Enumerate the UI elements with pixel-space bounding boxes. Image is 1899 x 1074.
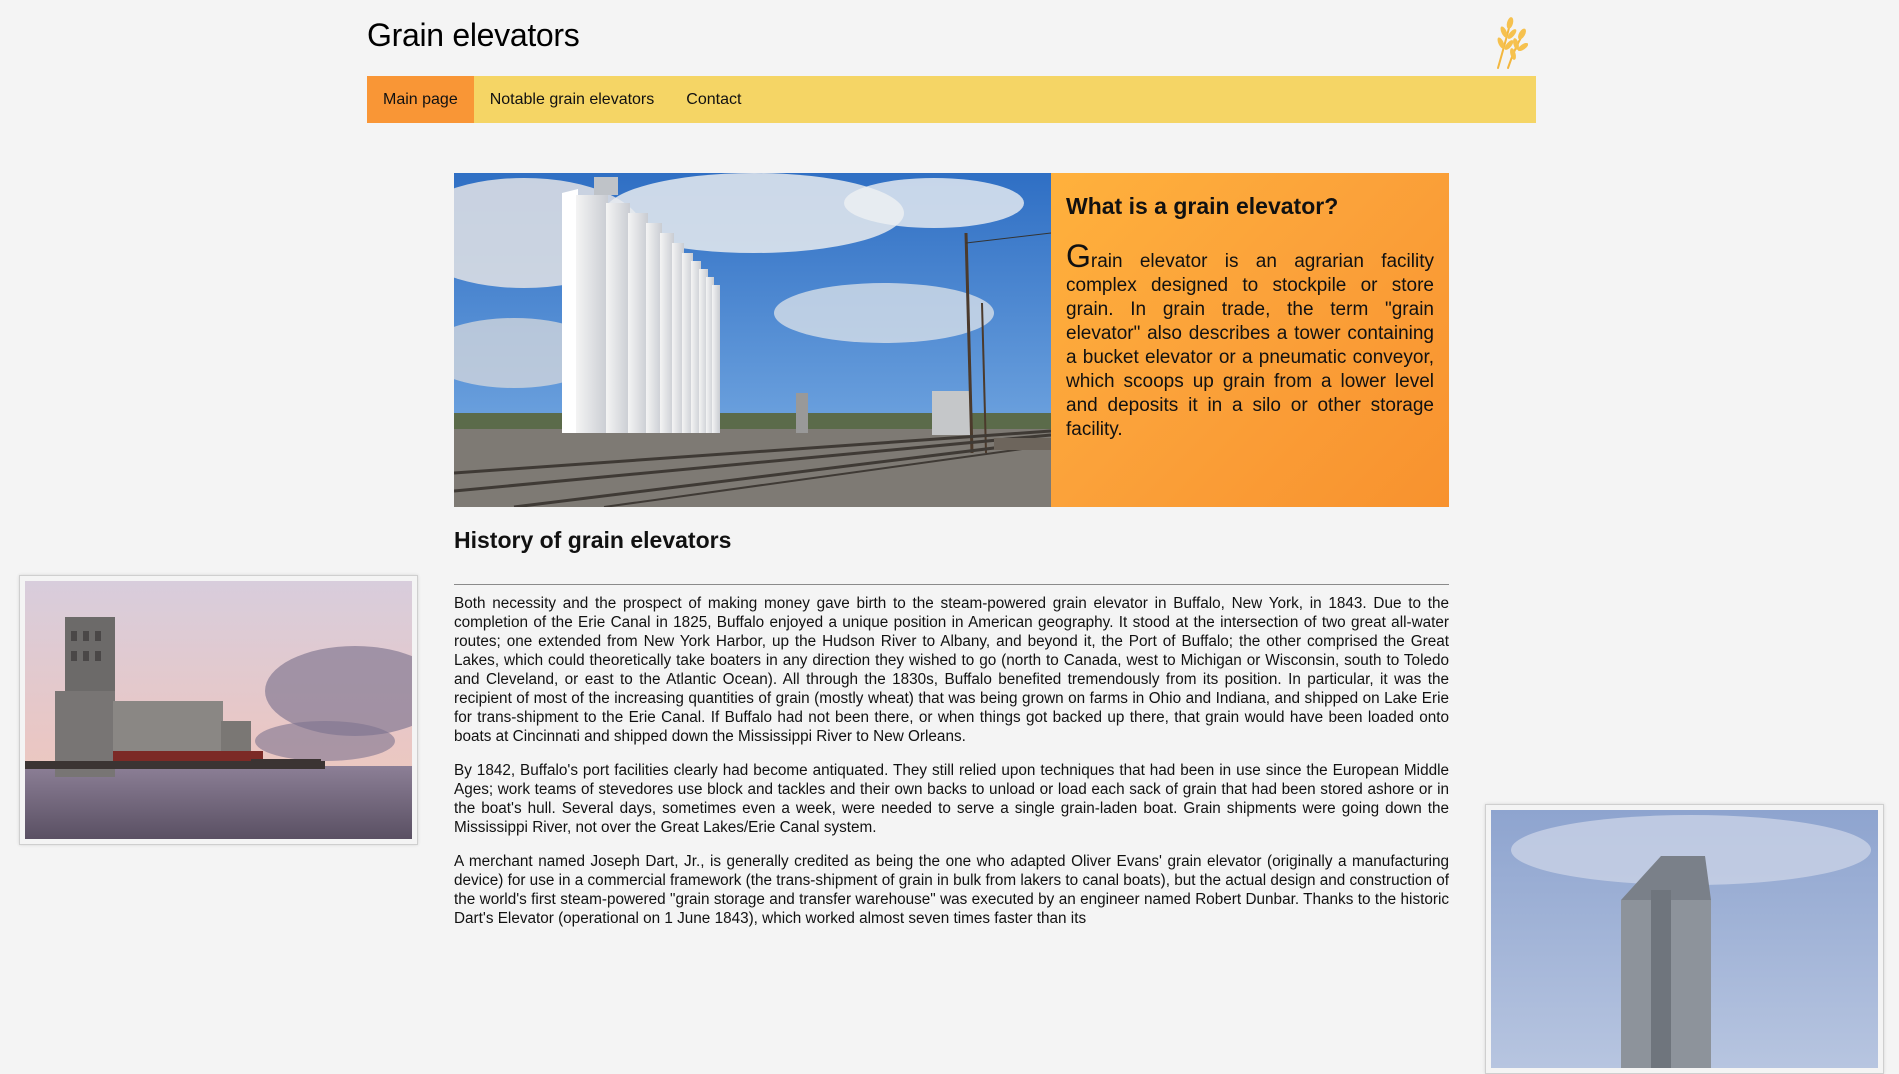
- section-divider: [454, 584, 1449, 585]
- wheat-icon: [1497, 17, 1528, 69]
- hero-paragraph: Grain elevator is an agrarian facility c…: [1066, 240, 1434, 442]
- side-image-left: [19, 575, 418, 845]
- nav-item-main-page[interactable]: Main page: [367, 76, 474, 123]
- hero-image: [454, 173, 1051, 507]
- nav-item-notable-grain-elevators[interactable]: Notable grain elevators: [474, 76, 671, 123]
- side-image-right: [1485, 804, 1884, 1074]
- nav-item-contact[interactable]: Contact: [670, 76, 757, 123]
- main-navigation: Main page Notable grain elevators Contac…: [367, 76, 1536, 123]
- site-title: Grain elevators: [367, 17, 580, 53]
- nav-item-label: Notable grain elevators: [489, 90, 655, 108]
- history-heading: History of grain elevators: [454, 527, 732, 553]
- hero-heading: What is a grain elevator?: [1066, 193, 1339, 219]
- wooden-elevator-image: [1491, 810, 1878, 1068]
- article-paragraph: A merchant named Joseph Dart, Jr., is ge…: [454, 853, 1449, 927]
- nav-item-label: Contact: [686, 90, 742, 108]
- site-header: Grain elevators: [367, 0, 1536, 76]
- hero-text-panel: What is a grain elevator? Grain elevator…: [1051, 173, 1449, 507]
- hero-section: What is a grain elevator? Grain elevator…: [454, 173, 1449, 507]
- drop-cap: G: [1066, 238, 1091, 274]
- lakeshore-elevator-image: [25, 581, 412, 839]
- history-article: Both necessity and the prospect of makin…: [454, 594, 1449, 943]
- article-paragraph: Both necessity and the prospect of makin…: [454, 595, 1449, 745]
- hero-body-text: rain elevator is an agrarian facility co…: [1066, 251, 1434, 440]
- nav-item-label: Main page: [383, 90, 458, 108]
- article-paragraph: By 1842, Buffalo's port facilities clear…: [454, 762, 1449, 836]
